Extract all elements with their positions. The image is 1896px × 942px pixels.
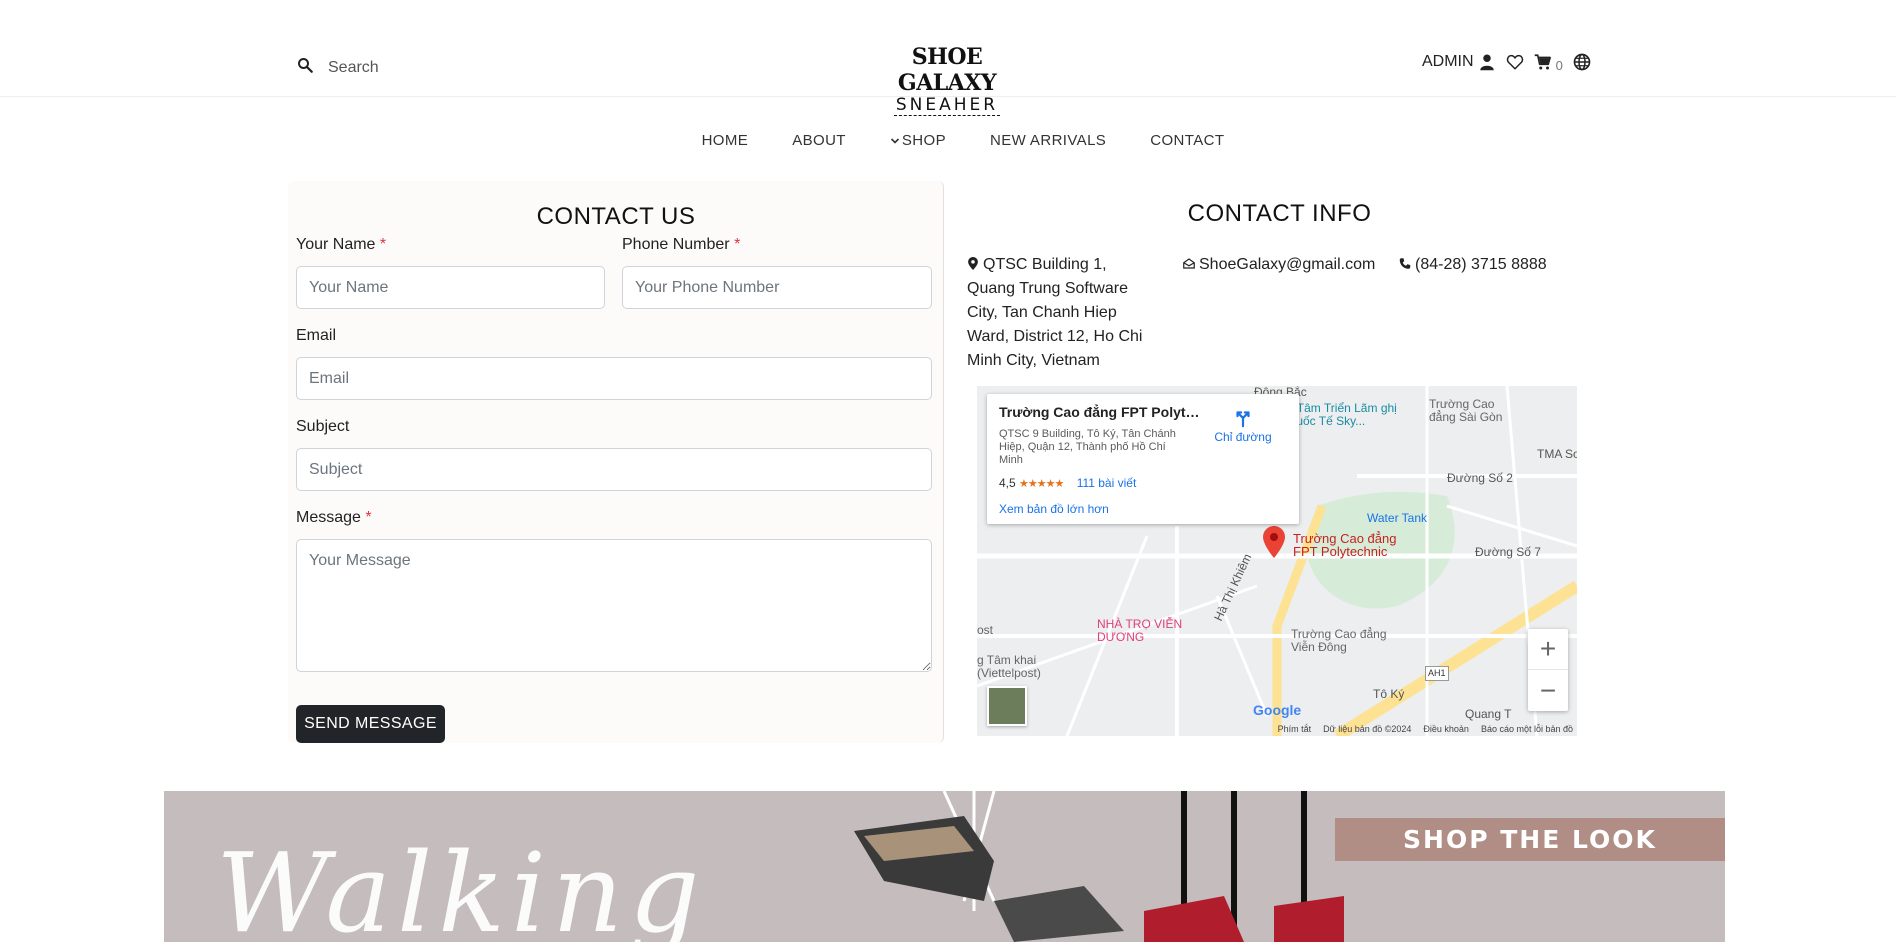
- map-label-to-ky: Tô Ký: [1373, 687, 1405, 701]
- map-marker-icon: [968, 257, 978, 270]
- map-place-name: Trường Cao đẳng FPT Polytec...: [999, 404, 1204, 420]
- larger-map-link[interactable]: Xem bản đồ lớn hơn: [999, 502, 1109, 516]
- phone-icon: [1399, 258, 1411, 269]
- required-mark: *: [365, 509, 372, 526]
- map-report-link[interactable]: Báo cáo một lỗi bản đồ: [1481, 724, 1573, 734]
- rating-stars: ★★★★★: [1019, 478, 1064, 490]
- map-label-nha-tro: NHÀ TRỌ VIỄN DƯƠNG: [1097, 617, 1183, 644]
- map-label-trien-lam: g Tâm Triển Lãm ghị Quốc Tế Sky...: [1287, 401, 1397, 428]
- map-label-ost: ost: [977, 623, 994, 637]
- logo-title: SHOE GALAXY: [897, 44, 997, 96]
- email-block: ShoeGalaxy@gmail.com: [1183, 253, 1375, 277]
- directions-button[interactable]: Chỉ đường: [1209, 406, 1277, 444]
- send-message-button[interactable]: SEND MESSAGE: [296, 705, 445, 743]
- satellite-toggle[interactable]: [987, 686, 1027, 726]
- map-label-quang-trung: Quang T: [1465, 707, 1512, 721]
- top-header: SHOE GALAXY SNEAHER ADMIN 0: [0, 0, 1896, 116]
- address-text: QTSC Building 1, Quang Trung Software Ci…: [967, 256, 1143, 369]
- zoom-in-button[interactable]: +: [1528, 629, 1568, 670]
- contact-form-panel: CONTACT US Your Name * Phone Number * Em…: [288, 181, 944, 743]
- required-mark: *: [734, 236, 741, 253]
- message-label-text: Message: [296, 509, 361, 526]
- message-field[interactable]: [296, 539, 932, 672]
- search-input[interactable]: [328, 58, 548, 77]
- user-icon[interactable]: [1478, 53, 1496, 71]
- email-label: Email: [296, 327, 337, 344]
- search-icon[interactable]: [296, 56, 314, 79]
- zoom-out-button[interactable]: −: [1528, 670, 1568, 711]
- nav-contact[interactable]: CONTACT: [1150, 132, 1224, 149]
- map-footer: Phím tắt Dữ liệu bản đồ ©2024 Điều khoản…: [1278, 724, 1573, 734]
- contact-us-title: CONTACT US: [536, 203, 696, 230]
- nav-about[interactable]: ABOUT: [792, 132, 846, 149]
- map-pin-label: Trường Cao đẳng FPT Polytechnic: [1293, 531, 1397, 559]
- map-shortcuts-link[interactable]: Phím tắt: [1278, 724, 1312, 734]
- nav-home[interactable]: HOME: [702, 132, 749, 149]
- cart-count: 0: [1555, 58, 1563, 73]
- envelope-open-icon: [1183, 258, 1195, 269]
- map-place-address: QTSC 9 Building, Tô Ký, Tân Chánh Hiệp, …: [999, 428, 1176, 466]
- map-pin-icon[interactable]: [1263, 526, 1285, 558]
- map-rating: 4,5 ★★★★★ 111 bài viết: [999, 476, 1136, 490]
- reviews-link[interactable]: 111 bài viết: [1077, 476, 1137, 490]
- zoom-controls: + −: [1528, 629, 1568, 711]
- rating-value: 4,5: [999, 476, 1016, 490]
- subject-label: Subject: [296, 418, 350, 435]
- map-label-duong-so-7: Đường Số 7: [1475, 545, 1541, 559]
- nav-shop-label: SHOP: [901, 132, 946, 149]
- contact-info-title: CONTACT INFO: [1187, 200, 1372, 227]
- map-place-card: Trường Cao đẳng FPT Polytec... QTSC 9 Bu…: [987, 394, 1299, 524]
- name-label: Your Name *: [296, 236, 386, 254]
- required-mark: *: [379, 236, 387, 253]
- phone-label: Phone Number *: [622, 236, 740, 254]
- phone-block: (84-28) 3715 8888: [1399, 253, 1547, 277]
- subject-field[interactable]: [296, 448, 932, 491]
- email-text[interactable]: ShoeGalaxy@gmail.com: [1199, 256, 1375, 273]
- phone-label-text: Phone Number: [622, 236, 730, 253]
- email-field[interactable]: [296, 357, 932, 400]
- map-label-tma: TMA So: [1537, 447, 1577, 461]
- sneaker-illustration: [854, 791, 1344, 942]
- heart-icon[interactable]: [1506, 53, 1524, 71]
- address-block: QTSC Building 1, Quang Trung Software Ci…: [967, 253, 1157, 373]
- globe-icon[interactable]: [1573, 53, 1591, 71]
- map-label-cao-dang-vd: Trường Cao đẳng Viễn Đông: [1291, 627, 1387, 654]
- map-data-credit: Dữ liệu bản đồ ©2024: [1323, 724, 1412, 734]
- shop-the-look-tag[interactable]: SHOP THE LOOK: [1335, 818, 1725, 861]
- nav-new-arrivals[interactable]: NEW ARRIVALS: [990, 132, 1106, 149]
- cart-icon[interactable]: [1534, 53, 1552, 71]
- name-label-text: Your Name: [296, 236, 376, 253]
- directions-icon: [1236, 411, 1250, 428]
- map-label-water-tank: Water Tank: [1367, 511, 1428, 525]
- user-actions: ADMIN 0: [1422, 50, 1591, 73]
- main-nav: HOME ABOUT SHOP NEW ARRIVALS CONTACT: [0, 132, 1896, 149]
- name-field[interactable]: [296, 266, 605, 309]
- phone-field[interactable]: [622, 266, 932, 309]
- map-label-cao-dang-sg: Trường Cao đẳng Sài Gòn: [1429, 397, 1503, 424]
- phone-text[interactable]: (84-28) 3715 8888: [1415, 256, 1547, 273]
- chevron-down-icon: [890, 137, 899, 144]
- google-map[interactable]: Đông Bắc g Tâm Triển Lãm ghị Quốc Tế Sky…: [977, 386, 1577, 736]
- map-label-ah1: AH1: [1425, 666, 1449, 681]
- account-label[interactable]: ADMIN: [1422, 53, 1474, 71]
- banner-script-text: Walking: [216, 829, 706, 942]
- directions-label: Chỉ đường: [1214, 430, 1272, 444]
- map-terms-link[interactable]: Điều khoản: [1423, 724, 1469, 734]
- message-label: Message *: [296, 509, 372, 527]
- promo-banner[interactable]: Walking SHOP THE LOOK: [164, 791, 1725, 942]
- google-logo: Google: [1253, 702, 1302, 718]
- site-logo[interactable]: SHOE GALAXY SNEAHER: [862, 44, 1032, 116]
- search-bar: [296, 56, 548, 79]
- nav-shop[interactable]: SHOP: [890, 132, 946, 149]
- map-label-duong-so-2: Đường Số 2: [1447, 471, 1513, 485]
- map-label-viettelpost: g Tâm khai (Viettelpost): [977, 653, 1041, 680]
- logo-subtitle: SNEAHER: [893, 95, 1001, 116]
